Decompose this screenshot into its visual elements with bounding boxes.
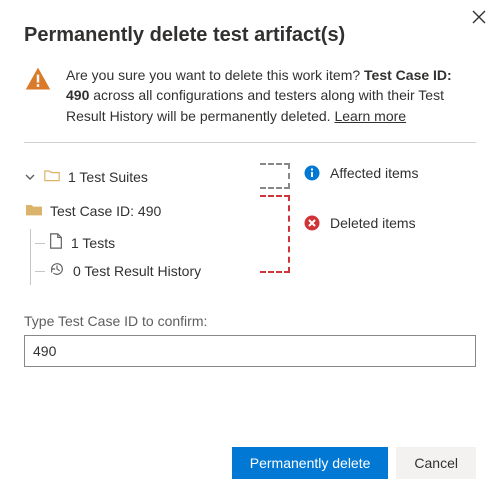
warning-text: Are you sure you want to delete this wor… — [66, 65, 476, 126]
close-icon[interactable] — [472, 10, 486, 28]
cancel-button[interactable]: Cancel — [396, 447, 476, 479]
tree-children: 1 Tests 0 Test Result History — [30, 229, 254, 285]
info-icon — [304, 165, 320, 181]
warning-message: Are you sure you want to delete this wor… — [24, 65, 476, 126]
delete-artifacts-dialog: Permanently delete test artifact(s) Are … — [0, 0, 500, 501]
confirm-input[interactable] — [24, 335, 476, 367]
tree-node-suites[interactable]: 1 Test Suites — [24, 163, 254, 191]
tree-node-history[interactable]: 0 Test Result History — [35, 257, 254, 285]
items-overview: 1 Test Suites Test Case ID: 490 1 Tests — [24, 163, 476, 285]
folder-icon — [26, 202, 42, 219]
file-icon — [49, 233, 63, 252]
history-icon — [49, 261, 65, 280]
case-label: Test Case ID: 490 — [50, 203, 161, 219]
permanently-delete-button[interactable]: Permanently delete — [232, 447, 389, 479]
error-icon — [304, 215, 320, 231]
warning-prefix: Are you sure you want to delete this wor… — [66, 67, 364, 83]
legend-affected-label: Affected items — [330, 165, 418, 181]
deleted-bracket — [260, 195, 290, 273]
dialog-title: Permanently delete test artifact(s) — [24, 24, 476, 47]
brackets — [260, 163, 290, 285]
divider — [24, 142, 476, 143]
legend-deleted: Deleted items — [304, 215, 418, 231]
tests-label: 1 Tests — [71, 235, 115, 251]
legend: Affected items Deleted items — [304, 163, 418, 285]
suites-label: 1 Test Suites — [68, 169, 148, 185]
tree-node-tests[interactable]: 1 Tests — [35, 229, 254, 257]
warning-icon — [24, 65, 52, 126]
history-label: 0 Test Result History — [73, 263, 201, 279]
learn-more-link[interactable]: Learn more — [334, 108, 406, 124]
confirm-label: Type Test Case ID to confirm: — [24, 313, 476, 329]
button-row: Permanently delete Cancel — [232, 447, 476, 479]
folder-icon — [44, 168, 60, 185]
tree-node-case[interactable]: Test Case ID: 490 — [24, 197, 254, 225]
legend-affected: Affected items — [304, 165, 418, 181]
affected-bracket — [260, 163, 290, 189]
legend-deleted-label: Deleted items — [330, 215, 416, 231]
item-tree: 1 Test Suites Test Case ID: 490 1 Tests — [24, 163, 254, 285]
chevron-down-icon — [24, 171, 36, 183]
